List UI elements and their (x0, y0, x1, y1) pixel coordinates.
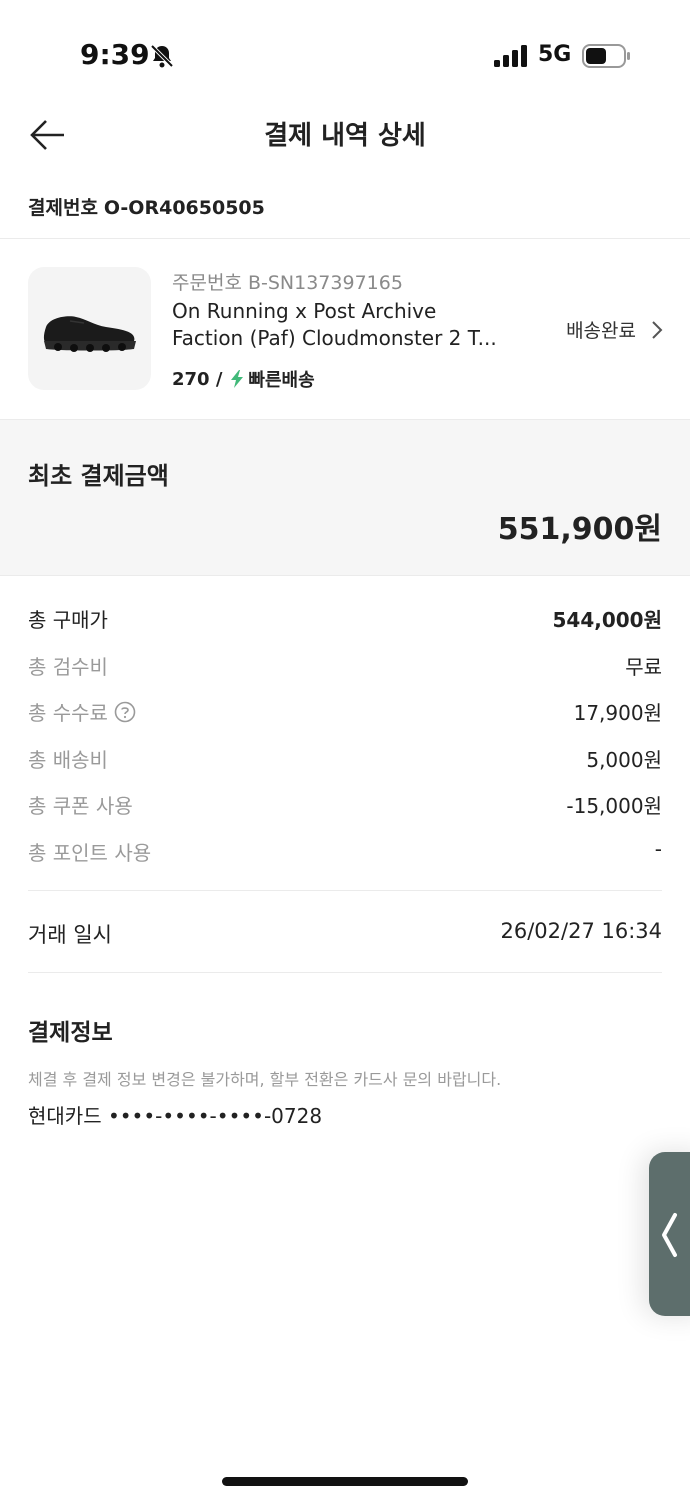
initial-amount-label: 최초 결제금액 (28, 462, 169, 490)
breakdown-label-fee: 총 수수료 (28, 697, 136, 726)
divider (0, 238, 690, 239)
lightning-bolt-icon (231, 370, 244, 388)
home-indicator[interactable] (222, 1477, 468, 1486)
product-row[interactable]: 주문번호 B-SN137397165 On Running x Post Arc… (0, 240, 690, 418)
shoe-illustration (43, 316, 136, 352)
breakdown-label: 총 쿠폰 사용 (28, 794, 133, 818)
breakdown-value: - (654, 836, 662, 861)
breakdown-row-inspection: 총 검수비 무료 (28, 645, 662, 692)
nav-header: 결제 내역 상세 (0, 95, 690, 175)
breakdown-label: 총 포인트 사용 (28, 840, 152, 865)
payment-number: 결제번호 O-OR40650505 (28, 193, 265, 220)
breakdown-value: 무료 (625, 654, 662, 679)
initial-amount-section: 최초 결제금액 551,900원 (0, 419, 690, 576)
status-time: 9:39 (80, 38, 150, 71)
breakdown-row-fee: 총 수수료 17,900원 (28, 691, 662, 738)
breakdown-row-coupon: 총 쿠폰 사용 -15,000원 (28, 784, 662, 831)
delivery-status[interactable]: 배송완료 (566, 316, 664, 343)
page-title: 결제 내역 상세 (264, 121, 426, 151)
breakdown-value: 5,000원 (586, 747, 662, 772)
breakdown-value: -15,000원 (566, 794, 662, 818)
divider (28, 890, 662, 891)
breakdown-value: 544,000원 (552, 608, 663, 632)
status-bar: 9:39 5G (0, 0, 690, 110)
bell-slash-icon (150, 44, 174, 68)
chevron-left-icon (662, 1213, 677, 1257)
delivery-status-label: 배송완료 (566, 320, 636, 342)
breakdown-label: 총 배송비 (28, 747, 108, 772)
breakdown-label: 총 검수비 (28, 654, 108, 679)
product-name-line1: On Running x Post Archive (172, 299, 437, 323)
transaction-date-value: 26/02/27 16:34 (500, 919, 662, 943)
product-image (28, 267, 151, 390)
side-drawer-tab[interactable] (649, 1152, 690, 1316)
battery-icon (582, 44, 630, 68)
breakdown-label-text: 총 수수료 (28, 701, 108, 725)
product-option: 270 / 빠른배송 (172, 366, 315, 392)
order-number: 주문번호 B-SN137397165 (172, 272, 403, 294)
shipping-type: 빠른배송 (248, 370, 315, 391)
transaction-date-label: 거래 일시 (28, 923, 112, 947)
breakdown-row-points: 총 포인트 사용 - (28, 831, 662, 878)
price-breakdown: 총 구매가 544,000원 총 검수비 무료 총 수수료 17,900원 총 … (28, 598, 662, 877)
signal-icon (494, 45, 527, 67)
product-name-line2: Faction (Paf) Cloudmonster 2 T... (172, 326, 497, 350)
payment-info-title: 결제정보 (28, 1020, 113, 1046)
payment-info-notice: 체결 후 결제 정보 변경은 불가하며, 할부 전환은 카드사 문의 바랍니다. (28, 1070, 502, 1089)
chevron-right-icon (652, 320, 663, 339)
breakdown-row-shipping: 총 배송비 5,000원 (28, 738, 662, 785)
product-size: 270 / (172, 368, 223, 390)
question-circle-icon[interactable] (114, 701, 136, 723)
breakdown-label: 총 구매가 (28, 608, 108, 632)
network-label: 5G (538, 42, 572, 67)
divider (28, 972, 662, 973)
initial-amount-value: 551,900원 (497, 512, 662, 547)
card-info: 현대카드 ••••-••••-••••-0728 (28, 1104, 323, 1128)
breakdown-value: 17,900원 (573, 701, 662, 725)
payment-number-label: 결제번호 (28, 197, 98, 219)
breakdown-row-purchase: 총 구매가 544,000원 (28, 598, 662, 645)
product-name: On Running x Post Archive Faction (Paf) … (172, 298, 522, 352)
payment-number-value: O-OR40650505 (103, 197, 265, 219)
